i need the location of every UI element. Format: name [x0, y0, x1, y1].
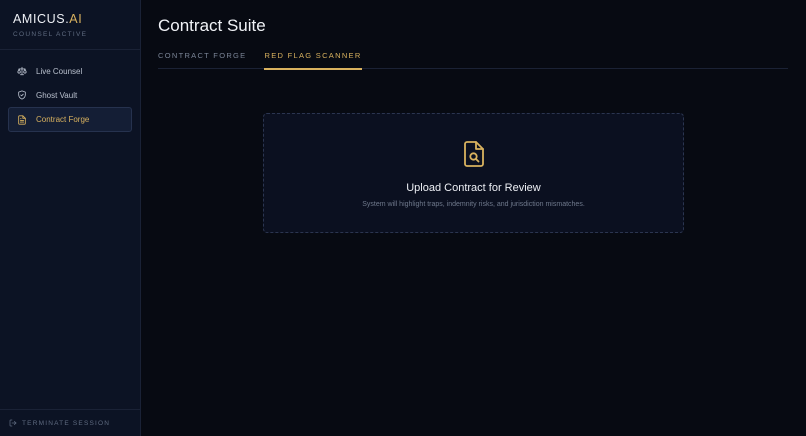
- logout-icon: [9, 419, 17, 427]
- terminate-session-button[interactable]: TERMINATE SESSION: [0, 409, 140, 436]
- file-search-icon: [462, 140, 486, 173]
- sidebar-item-ghost-vault[interactable]: Ghost Vault: [8, 83, 132, 107]
- document-icon: [16, 114, 28, 126]
- sidebar-nav: Live Counsel Ghost Vault Contract Forge: [0, 50, 140, 132]
- upload-subtitle: System will highlight traps, indemnity r…: [362, 201, 585, 208]
- page-title: Contract Suite: [158, 16, 266, 35]
- shield-icon: [16, 89, 28, 101]
- brand-name-main: AMICUS.: [13, 12, 70, 26]
- tab-contract-forge[interactable]: CONTRACT FORGE: [158, 49, 246, 69]
- tab-bar: CONTRACT FORGE RED FLAG SCANNER: [158, 49, 788, 70]
- sidebar-item-live-counsel[interactable]: Live Counsel: [8, 59, 132, 83]
- scale-icon: [16, 65, 28, 77]
- sidebar-item-label: Contract Forge: [36, 115, 90, 124]
- brand: AMICUS.AI COUNSEL ACTIVE: [0, 0, 140, 50]
- upload-dropzone[interactable]: Upload Contract for Review System will h…: [263, 113, 684, 233]
- sidebar-item-label: Live Counsel: [36, 66, 83, 76]
- sidebar-item-label: Ghost Vault: [36, 90, 78, 100]
- brand-name: AMICUS.AI: [13, 12, 127, 26]
- upload-title: Upload Contract for Review: [406, 182, 541, 194]
- app-root: AMICUS.AI COUNSEL ACTIVE Live Counsel Gh: [0, 0, 806, 436]
- brand-name-accent: AI: [69, 12, 83, 26]
- main-content: Contract Suite CONTRACT FORGE RED FLAG S…: [141, 0, 806, 436]
- terminate-session-label: TERMINATE SESSION: [22, 419, 111, 427]
- sidebar-item-contract-forge[interactable]: Contract Forge: [8, 107, 132, 132]
- tab-red-flag-scanner[interactable]: RED FLAG SCANNER: [264, 49, 362, 70]
- sidebar: AMICUS.AI COUNSEL ACTIVE Live Counsel Gh: [0, 0, 141, 436]
- brand-status: COUNSEL ACTIVE: [13, 31, 88, 38]
